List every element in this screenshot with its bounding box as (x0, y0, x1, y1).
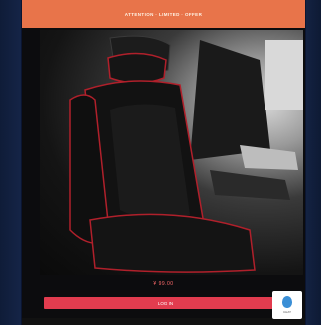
price-label: ¥ 99.00 (153, 281, 174, 287)
phone-frame: ATTENTION · LIMITED · OFFER ¥ 99.00 LOG … (22, 0, 305, 325)
chat-widget[interactable]: CHAT (272, 291, 302, 319)
header-bar: ATTENTION · LIMITED · OFFER (22, 0, 305, 28)
product-image[interactable] (40, 30, 303, 275)
bottom-strip (22, 318, 305, 325)
chat-bubble-icon (282, 296, 292, 308)
login-button[interactable]: LOG IN (44, 297, 287, 309)
page-title: ATTENTION · LIMITED · OFFER (124, 11, 203, 17)
chat-label: CHAT (283, 310, 291, 314)
